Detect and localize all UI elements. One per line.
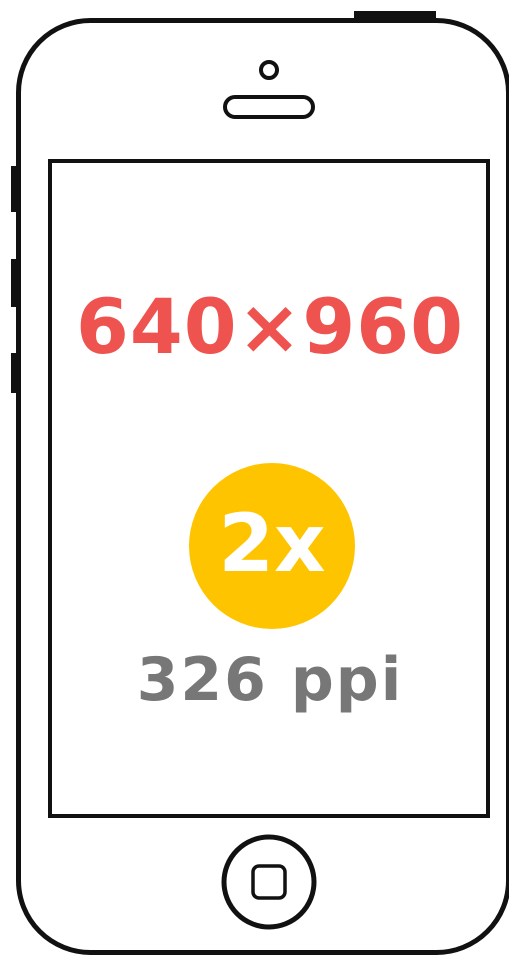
home-button	[221, 834, 317, 930]
earpiece-speaker	[223, 95, 315, 119]
scale-factor-label: 2x	[218, 497, 326, 590]
pixel-density-label: 326 ppi	[136, 645, 404, 715]
screen-resolution-label: 640×960	[76, 282, 464, 371]
scale-factor-badge: 2x	[189, 463, 355, 629]
front-camera-icon	[259, 60, 279, 80]
